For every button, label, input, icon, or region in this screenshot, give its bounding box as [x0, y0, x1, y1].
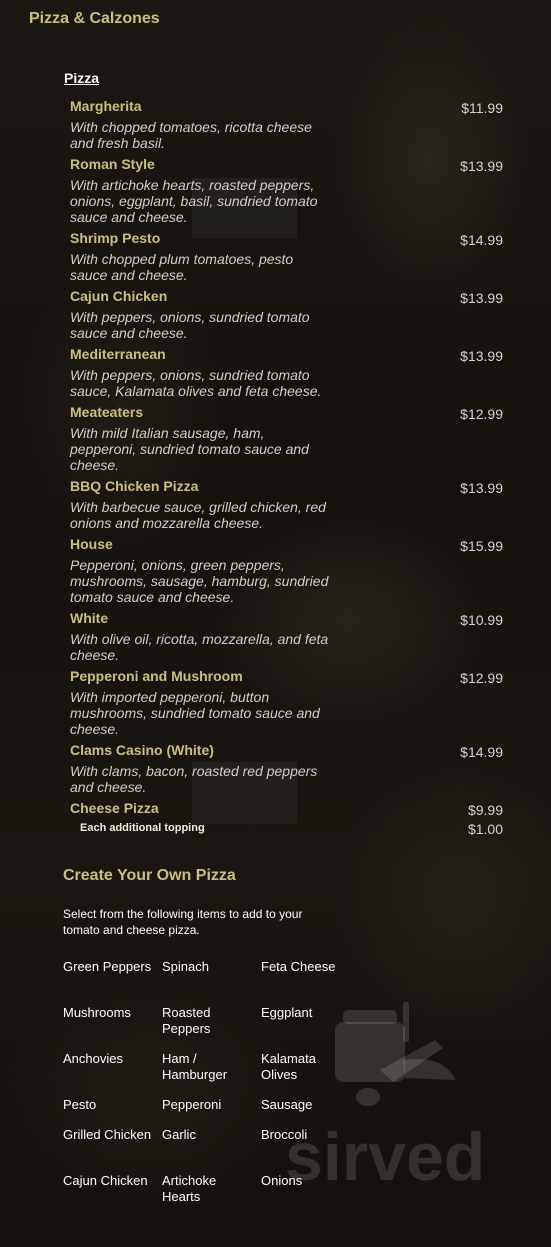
item-price: $11.99: [461, 100, 503, 116]
item-name: Mediterranean: [70, 346, 166, 362]
item-name: Meateaters: [70, 404, 144, 420]
item-price: $12.99: [460, 406, 503, 422]
item-description: With chopped plum tomatoes, pesto sauce …: [70, 251, 294, 283]
item-description: With mild Italian sausage, ham, pepperon…: [70, 425, 309, 473]
subsection-title: Pizza: [64, 70, 100, 86]
item-name: Pepperoni and Mushroom: [70, 668, 243, 684]
topping-item: Roasted Peppers: [162, 1005, 211, 1036]
additional-topping-label: Each additional topping: [80, 822, 205, 834]
item-price: $15.99: [460, 538, 503, 554]
item-price: $14.99: [460, 744, 503, 760]
create-your-own-title: Create Your Own Pizza: [63, 867, 236, 884]
item-price: $13.99: [460, 290, 503, 306]
item-price: $9.99: [467, 802, 503, 818]
additional-topping-price: $1.00: [467, 821, 503, 837]
item-name: White: [70, 610, 109, 626]
topping-item: Garlic: [162, 1127, 196, 1142]
item-name: Cajun Chicken: [70, 288, 168, 304]
item-description: With clams, bacon, roasted red peppers a…: [70, 763, 318, 795]
topping-item: Anchovies: [63, 1051, 123, 1066]
topping-item: Kalamata Olives: [261, 1051, 316, 1082]
item-name: Cheese Pizza: [70, 800, 159, 816]
topping-item: Sausage: [261, 1097, 313, 1112]
topping-item: Pepperoni: [162, 1097, 222, 1112]
fork-knife-bag-icon: [335, 1002, 455, 1106]
item-price: $12.99: [460, 670, 503, 686]
section-title: Pizza & Calzones: [29, 10, 160, 27]
item-description: Pepperoni, onions, green peppers, mushro…: [70, 557, 329, 605]
item-price: $13.99: [460, 480, 503, 496]
create-your-own-description: Select from the following items to add t…: [63, 907, 303, 937]
item-name: Shrimp Pesto: [70, 230, 161, 246]
item-description: With olive oil, ricotta, mozzarella, and…: [70, 631, 329, 663]
item-price: $13.99: [460, 348, 503, 364]
item-name: BBQ Chicken Pizza: [70, 478, 199, 494]
item-name: House: [70, 536, 113, 552]
item-description: With imported pepperoni, button mushroom…: [70, 689, 320, 737]
item-name: Clams Casino (White): [70, 742, 214, 758]
item-description: With barbecue sauce, grilled chicken, re…: [70, 499, 326, 531]
topping-item: Green Peppers: [63, 959, 152, 974]
sirved-watermark-logo: sirved: [285, 1002, 485, 1190]
item-description: With artichoke hearts, roasted peppers, …: [70, 177, 318, 225]
item-name: Roman Style: [70, 156, 155, 172]
topping-item: Cajun Chicken: [63, 1173, 148, 1188]
topping-item: Eggplant: [261, 1005, 313, 1020]
item-description: With peppers, onions, sundried tomato sa…: [70, 367, 322, 399]
topping-item: Spinach: [162, 959, 209, 974]
topping-item: Onions: [261, 1173, 303, 1188]
topping-item: Ham / Hamburger: [162, 1051, 228, 1082]
topping-item: Artichoke Hearts: [162, 1173, 217, 1204]
topping-item: Grilled Chicken: [63, 1127, 152, 1142]
item-name: Margherita: [70, 98, 142, 114]
item-description: With peppers, onions, sundried tomato sa…: [70, 309, 310, 341]
topping-item: Broccoli: [261, 1127, 308, 1142]
item-price: $13.99: [460, 158, 503, 174]
topping-item: Mushrooms: [63, 1005, 131, 1020]
item-description: With chopped tomatoes, ricotta cheese an…: [70, 119, 312, 151]
topping-item: Feta Cheese: [261, 959, 336, 974]
topping-item: Pesto: [63, 1097, 97, 1112]
item-price: $10.99: [460, 612, 503, 628]
item-price: $14.99: [460, 232, 503, 248]
